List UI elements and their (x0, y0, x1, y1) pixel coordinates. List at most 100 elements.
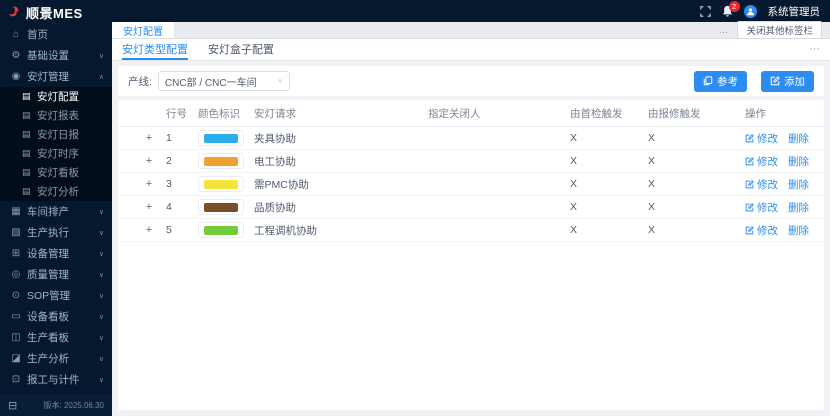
expand-row-icon[interactable]: + (132, 178, 166, 190)
chevron-down-icon: ∨ (278, 77, 283, 85)
repair-flag: X (648, 155, 745, 167)
sop-icon: ⊙ (10, 290, 22, 301)
sidebar-item-andon-board[interactable]: ▤ 安灯看板 (0, 163, 112, 182)
document-icon: ▤ (22, 91, 32, 102)
sidebar-item-label: 安灯报表 (37, 108, 79, 123)
color-swatch (198, 130, 244, 146)
more-tabs-icon[interactable]: … (718, 25, 729, 36)
delete-link[interactable]: 删除 (788, 200, 809, 215)
document-icon: ▤ (22, 186, 32, 197)
color-swatch (198, 176, 244, 192)
content-area: 安灯类型配置 安灯盒子配置 ⋯ 产线: CNC部 / CNC一车间 ∨ (112, 39, 830, 416)
repair-flag: X (648, 201, 745, 213)
col-repair: 由报修触发 (648, 106, 745, 121)
sidebar-item-equipment-board[interactable]: ▭ 设备看板 ∨ (0, 306, 112, 327)
app-title: 顺景MES (26, 3, 83, 22)
chevron-up-icon: ∧ (99, 73, 104, 81)
delete-link[interactable]: 删除 (788, 177, 809, 192)
cards-region: 产线: CNC部 / CNC一车间 ∨ 参考 (112, 61, 830, 416)
first-inspection-flag: X (570, 132, 648, 144)
document-icon: ▤ (22, 148, 32, 159)
topbar: 2 系统管理员 (112, 0, 830, 22)
sidebar-item-home[interactable]: ⌂ 首页 (0, 24, 112, 45)
row-number: 2 (166, 155, 198, 167)
add-button[interactable]: 添加 (761, 71, 814, 92)
edit-link[interactable]: 修改 (745, 131, 778, 146)
sidebar-item-label: 设备看板 (27, 309, 69, 324)
chevron-down-icon: ∨ (99, 292, 104, 300)
delete-link[interactable]: 删除 (788, 154, 809, 169)
edit-link[interactable]: 修改 (745, 200, 778, 215)
color-swatch (198, 222, 244, 238)
sidebar-item-andon-management[interactable]: ◉ 安灯管理 ∧ (0, 66, 112, 87)
sidebar-item-equipment-management[interactable]: ⊞ 设备管理 ∨ (0, 243, 112, 264)
sidebar-item-basic-settings[interactable]: ⚙ 基础设置 ∨ (0, 45, 112, 66)
edit-link[interactable]: 修改 (745, 177, 778, 192)
edit-icon (745, 180, 754, 189)
avatar[interactable] (744, 5, 757, 18)
sidebar-item-work-report-piecework[interactable]: ⊡ 报工与计件 ∨ (0, 369, 112, 390)
sidebar-item-label: 安灯时序 (37, 146, 79, 161)
sidebar-item-label: 质量管理 (27, 267, 69, 282)
sidebar-item-andon-analysis[interactable]: ▤ 安灯分析 (0, 182, 112, 201)
expand-row-icon[interactable]: + (132, 155, 166, 167)
sidebar-item-production-execution[interactable]: ▧ 生产执行 ∨ (0, 222, 112, 243)
chevron-down-icon: ∨ (99, 334, 104, 342)
main-column: 2 系统管理员 安灯配置 … 关闭其他标签栏 安灯类型配置 安灯盒子配置 ⋯ (112, 0, 830, 416)
app-logo: 顺景MES (0, 0, 112, 24)
andon-request: 需PMC协助 (254, 177, 428, 192)
col-color: 颜色标识 (198, 106, 254, 121)
sidebar-item-label: 安灯配置 (37, 89, 79, 104)
sidebar-item-quality-management[interactable]: ◎ 质量管理 ∨ (0, 264, 112, 285)
edit-icon (745, 157, 754, 166)
expand-row-icon[interactable]: + (132, 132, 166, 144)
page-tabstrip: 安灯配置 … 关闭其他标签栏 (112, 22, 830, 39)
chevron-down-icon: ∨ (99, 376, 104, 384)
andon-icon: ◉ (10, 71, 22, 82)
andon-submenu: ▤ 安灯配置 ▤ 安灯报表 ▤ 安灯日报 ▤ 安灯时序 ▤ 安灯看板 (0, 87, 112, 201)
sidebar-item-label: 基础设置 (27, 48, 69, 63)
edit-link[interactable]: 修改 (745, 154, 778, 169)
tab-andon-box-config[interactable]: 安灯盒子配置 (208, 39, 274, 60)
sidebar-item-andon-timeline[interactable]: ▤ 安灯时序 (0, 144, 112, 163)
delete-link[interactable]: 删除 (788, 223, 809, 238)
content-tabs: 安灯类型配置 安灯盒子配置 ⋯ (112, 39, 830, 61)
first-inspection-flag: X (570, 224, 648, 236)
first-inspection-flag: X (570, 155, 648, 167)
collapse-sidebar-icon[interactable]: ⊟ (8, 399, 17, 412)
production-line-value: CNC部 / CNC一车间 (165, 74, 257, 89)
expand-row-icon[interactable]: + (132, 224, 166, 236)
sidebar-item-workshop-scheduling[interactable]: ▦ 车间排产 ∨ (0, 201, 112, 222)
sidebar-item-label: 生产看板 (27, 330, 69, 345)
table-row: + 1 夹具协助 X X 修改 删除 (118, 127, 824, 150)
sidebar-item-label: 安灯分析 (37, 184, 79, 199)
edit-icon (745, 134, 754, 143)
sidebar-item-andon-daily[interactable]: ▤ 安灯日报 (0, 125, 112, 144)
tabstrip-right: … 关闭其他标签栏 (718, 22, 830, 38)
andon-request: 电工协助 (254, 154, 428, 169)
sidebar-item-production-analysis[interactable]: ◪ 生产分析 ∨ (0, 348, 112, 369)
row-number: 4 (166, 201, 198, 213)
andon-request: 品质协助 (254, 200, 428, 215)
document-icon: ▤ (22, 167, 32, 178)
execution-icon: ▧ (10, 227, 22, 238)
delete-link[interactable]: 删除 (788, 131, 809, 146)
chevron-down-icon: ∨ (99, 271, 104, 279)
sidebar-item-andon-report[interactable]: ▤ 安灯报表 (0, 106, 112, 125)
quality-icon: ◎ (10, 269, 22, 280)
sidebar-item-production-board[interactable]: ◫ 生产看板 ∨ (0, 327, 112, 348)
tab-andon-type-config[interactable]: 安灯类型配置 (122, 39, 188, 60)
sidebar: 顺景MES ⌂ 首页 ⚙ 基础设置 ∨ ◉ 安灯管理 ∧ ▤ 安灯配置 (0, 0, 112, 416)
sidebar-item-andon-config[interactable]: ▤ 安灯配置 (0, 87, 112, 106)
chevron-down-icon: ∨ (99, 355, 104, 363)
close-other-tabs-button[interactable]: 关闭其他标签栏 (737, 21, 822, 39)
expand-row-icon[interactable]: + (132, 201, 166, 213)
notifications-bell[interactable]: 2 (722, 5, 733, 17)
fullscreen-icon[interactable] (700, 6, 711, 17)
edit-link[interactable]: 修改 (745, 223, 778, 238)
reference-button[interactable]: 参考 (694, 71, 747, 92)
production-line-select[interactable]: CNC部 / CNC一车间 ∨ (158, 71, 290, 91)
page-tab-andon-config[interactable]: 安灯配置 (112, 22, 175, 38)
sidebar-item-sop-management[interactable]: ⊙ SOP管理 ∨ (0, 285, 112, 306)
card-more-icon[interactable]: ⋯ (809, 42, 821, 55)
